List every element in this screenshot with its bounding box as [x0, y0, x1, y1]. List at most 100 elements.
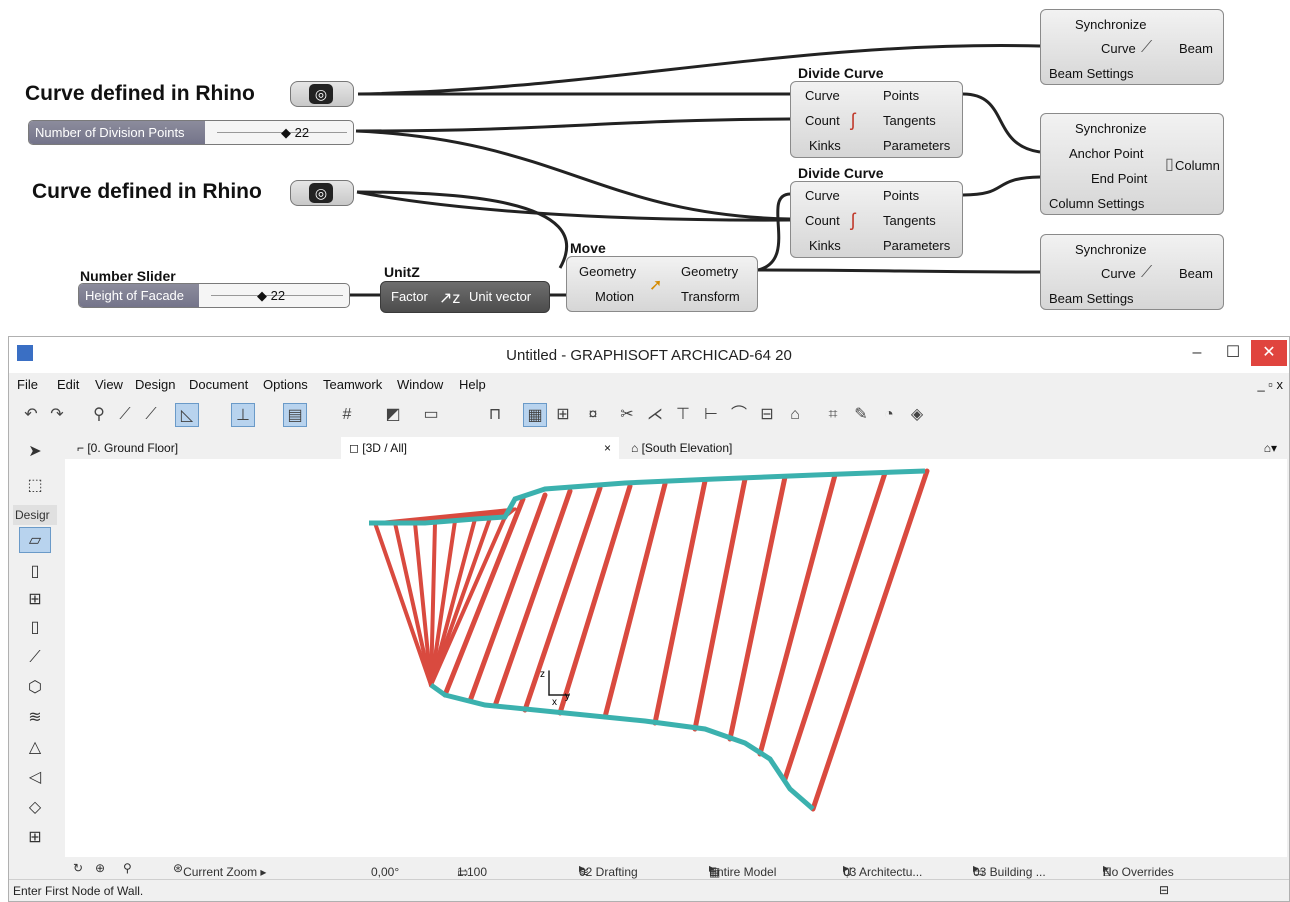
menu-document[interactable]: Document: [189, 377, 248, 392]
box-icon[interactable]: ▭: [419, 403, 443, 427]
window-tool-icon[interactable]: ⊞: [19, 587, 51, 613]
tab-3d-all[interactable]: ◻ [3D / All] ×: [341, 437, 619, 459]
tracker-icon[interactable]: ▤: [283, 403, 307, 427]
graphic-override-dropdown[interactable]: ⌸ No Overrides ▸: [1103, 861, 1174, 879]
divide-input-curve[interactable]: Curve: [805, 88, 840, 103]
move-component[interactable]: Geometry Motion ➚ Geometry Transform: [566, 256, 758, 312]
column-input-end-point[interactable]: End Point: [1091, 171, 1147, 186]
beam-input-synchronize[interactable]: Synchronize: [1075, 17, 1147, 32]
roof-tool-icon[interactable]: △: [19, 735, 51, 761]
menu-edit[interactable]: Edit: [57, 377, 79, 392]
menu-options[interactable]: Options: [263, 377, 308, 392]
trim-icon[interactable]: ✂: [615, 403, 639, 427]
beam-input-curve[interactable]: Curve: [1101, 41, 1136, 56]
adjust-icon[interactable]: ⊤: [671, 403, 695, 427]
divide-input-count[interactable]: Count: [805, 213, 840, 228]
move-input-geometry[interactable]: Geometry: [579, 264, 636, 279]
stair-tool-icon[interactable]: ≋: [19, 705, 51, 731]
divide-output-tangents[interactable]: Tangents: [883, 113, 936, 128]
beam-input-synchronize[interactable]: Synchronize: [1075, 242, 1147, 257]
divide-curve-1-component[interactable]: Curve Count Kinks ʃ Points Tangents Para…: [790, 81, 963, 158]
divide-output-points[interactable]: Points: [883, 188, 919, 203]
divide-curve-2-component[interactable]: Curve Count Kinks ʃ Points Tangents Para…: [790, 181, 963, 258]
fillet-icon[interactable]: ⌒: [727, 403, 751, 427]
menu-design[interactable]: Design: [135, 377, 175, 392]
redo-icon[interactable]: ↷: [45, 403, 69, 427]
tab-close-icon[interactable]: ×: [604, 441, 611, 455]
height-of-facade-slider[interactable]: Height of Facade ◆ 22: [78, 283, 350, 308]
beam-input-settings[interactable]: Beam Settings: [1049, 66, 1134, 81]
menu-window[interactable]: Window: [397, 377, 443, 392]
lock-icon[interactable]: ⊓: [483, 403, 507, 427]
mdi-controls-icon[interactable]: _ ▫ x: [1257, 377, 1283, 392]
dimension-icon[interactable]: ⊞: [551, 403, 575, 427]
door-tool-icon[interactable]: ▯: [19, 559, 51, 585]
column-output[interactable]: Column: [1175, 158, 1220, 173]
intersect-icon[interactable]: ⊢: [699, 403, 723, 427]
beam-output[interactable]: Beam: [1179, 41, 1213, 56]
menu-teamwork[interactable]: Teamwork: [323, 377, 382, 392]
pen-set-dropdown[interactable]: Ụ 03 Architectu... ▸: [843, 861, 922, 879]
grid-snap-icon[interactable]: #: [335, 403, 359, 427]
inject-icon[interactable]: ⟋: [139, 403, 163, 427]
move-output-geometry[interactable]: Geometry: [681, 264, 738, 279]
grasshopper-canvas[interactable]: Curve defined in Rhino ◎ Curve defined i…: [0, 0, 1290, 335]
divide-input-count[interactable]: Count: [805, 113, 840, 128]
zoom-dropdown[interactable]: ⊛ Current Zoom ▸: [173, 861, 266, 879]
model-view-dropdown[interactable]: ▦ Entire Model ▸: [709, 861, 776, 879]
divide-output-points[interactable]: Points: [883, 88, 919, 103]
find-select-icon[interactable]: ⚲: [87, 403, 111, 427]
layer-icon[interactable]: ◩: [381, 403, 405, 427]
divide-input-curve[interactable]: Curve: [805, 188, 840, 203]
roof-icon[interactable]: ⌂: [783, 403, 807, 427]
snap-guides-icon[interactable]: ⊥: [231, 403, 255, 427]
solid-ops-icon[interactable]: ◔: [877, 403, 901, 427]
undo-icon[interactable]: ↶: [19, 403, 43, 427]
beam-output[interactable]: Beam: [1179, 266, 1213, 281]
curve-param-2[interactable]: ◎: [290, 180, 354, 206]
beam-input-curve[interactable]: Curve: [1101, 266, 1136, 281]
divide-output-parameters[interactable]: Parameters: [883, 238, 950, 253]
curve-param-1[interactable]: ◎: [290, 81, 354, 107]
split-icon[interactable]: ⋌: [643, 403, 667, 427]
column-tool-icon[interactable]: ▯: [19, 615, 51, 641]
arrow-tool-icon[interactable]: ➤: [19, 439, 51, 465]
layer-combination-dropdown[interactable]: ≋ 02 Drafting ▸: [579, 861, 638, 879]
beam-1-component[interactable]: Synchronize Curve ⟋ Beam Settings Beam: [1040, 9, 1224, 85]
navigator-icon[interactable]: ⌂▾: [1256, 437, 1285, 459]
edit-selection-icon[interactable]: ✎: [849, 403, 873, 427]
marquee-tool-icon[interactable]: ⬚: [19, 473, 51, 499]
unitz-component[interactable]: Factor ↗z Unit vector: [380, 281, 550, 313]
beam-input-settings[interactable]: Beam Settings: [1049, 291, 1134, 306]
mesh-tool-icon[interactable]: ◇: [19, 795, 51, 821]
close-button[interactable]: ✕: [1251, 340, 1287, 366]
menu-view[interactable]: View: [95, 377, 123, 392]
divide-output-tangents[interactable]: Tangents: [883, 213, 936, 228]
group-icon[interactable]: ⌗: [821, 403, 845, 427]
curtain-wall-tool-icon[interactable]: ⊞: [19, 825, 51, 851]
3d-viewport[interactable]: z x y: [65, 459, 1287, 857]
menu-help[interactable]: Help: [459, 377, 486, 392]
move-input-motion[interactable]: Motion: [595, 289, 634, 304]
title-bar[interactable]: Untitled - GRAPHISOFT ARCHICAD-64 20 – ☐…: [9, 337, 1289, 373]
tab-south-elevation[interactable]: ⌂ [South Elevation]: [623, 437, 740, 459]
zoom-icon[interactable]: ⊕: [95, 861, 105, 875]
3d-style-icon[interactable]: ◈: [905, 403, 929, 427]
floor-icon[interactable]: ▦: [523, 403, 547, 427]
menu-file[interactable]: File: [17, 377, 38, 392]
column-component[interactable]: Synchronize Anchor Point End Point Colum…: [1040, 113, 1224, 215]
shell-tool-icon[interactable]: ◁: [19, 765, 51, 791]
tab-ground-floor[interactable]: ⌐ [0. Ground Floor]: [69, 437, 186, 459]
cross-icon[interactable]: ¤: [581, 403, 605, 427]
move-output-transform[interactable]: Transform: [681, 289, 740, 304]
unitz-output[interactable]: Unit vector: [469, 289, 531, 304]
minimize-button[interactable]: –: [1179, 340, 1215, 366]
slab-tool-icon[interactable]: ⬡: [19, 675, 51, 701]
column-input-settings[interactable]: Column Settings: [1049, 196, 1144, 211]
divide-output-parameters[interactable]: Parameters: [883, 138, 950, 153]
window-mode-icon[interactable]: ⊟: [1159, 883, 1169, 897]
beam-2-component[interactable]: Synchronize Curve ⟋ Beam Settings Beam: [1040, 234, 1224, 310]
orbit-icon[interactable]: ↻: [73, 861, 83, 875]
partial-structure-dropdown[interactable]: ▭ 03 Building ... ▸: [973, 861, 1046, 879]
column-input-synchronize[interactable]: Synchronize: [1075, 121, 1147, 136]
